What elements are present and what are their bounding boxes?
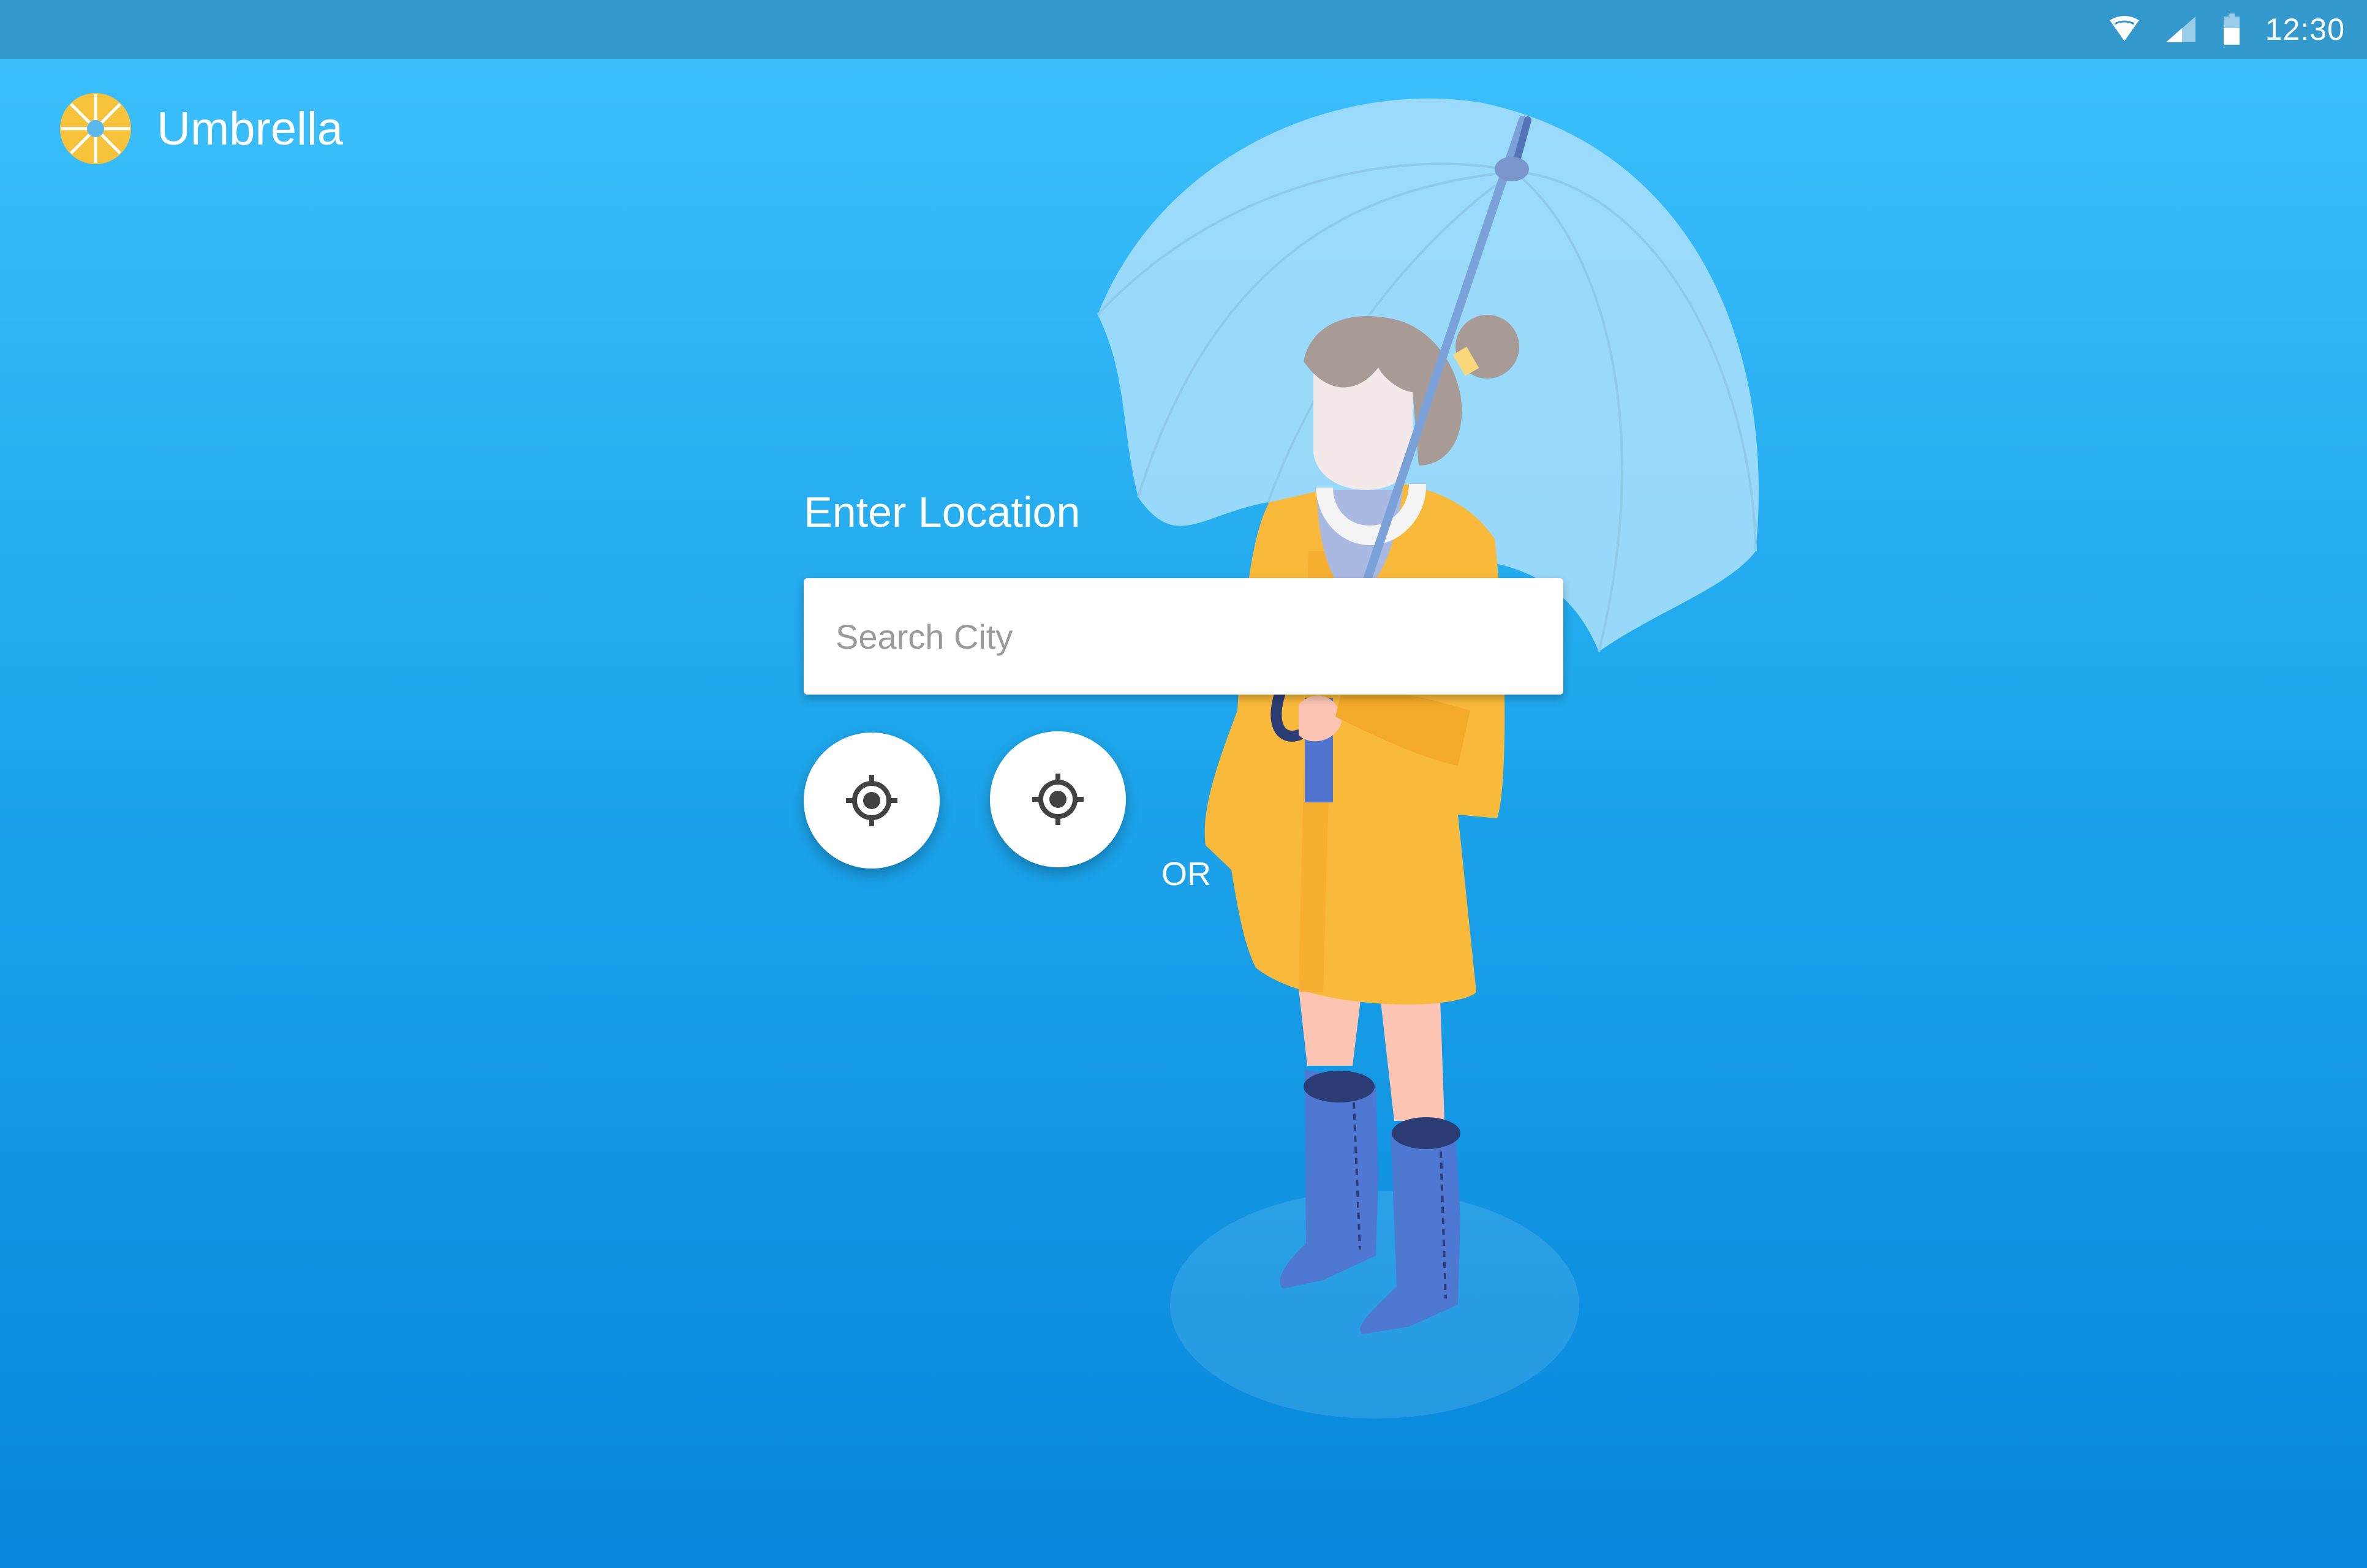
app-title: Umbrella [157,102,344,155]
search-city-field[interactable] [804,578,1563,695]
gps-locate-button[interactable] [990,731,1126,867]
woman-with-umbrella-illustration [1097,98,1759,1419]
gps-target-icon [846,775,897,826]
or-separator: OR [1161,856,1211,892]
app-bar: Umbrella [59,86,343,172]
current-location-button[interactable] [804,733,940,869]
gps-target-icon [1032,774,1084,825]
umbrella-logo-icon [60,93,131,164]
enter-location-heading: Enter Location [804,488,1081,536]
search-city-input[interactable] [834,616,1535,657]
